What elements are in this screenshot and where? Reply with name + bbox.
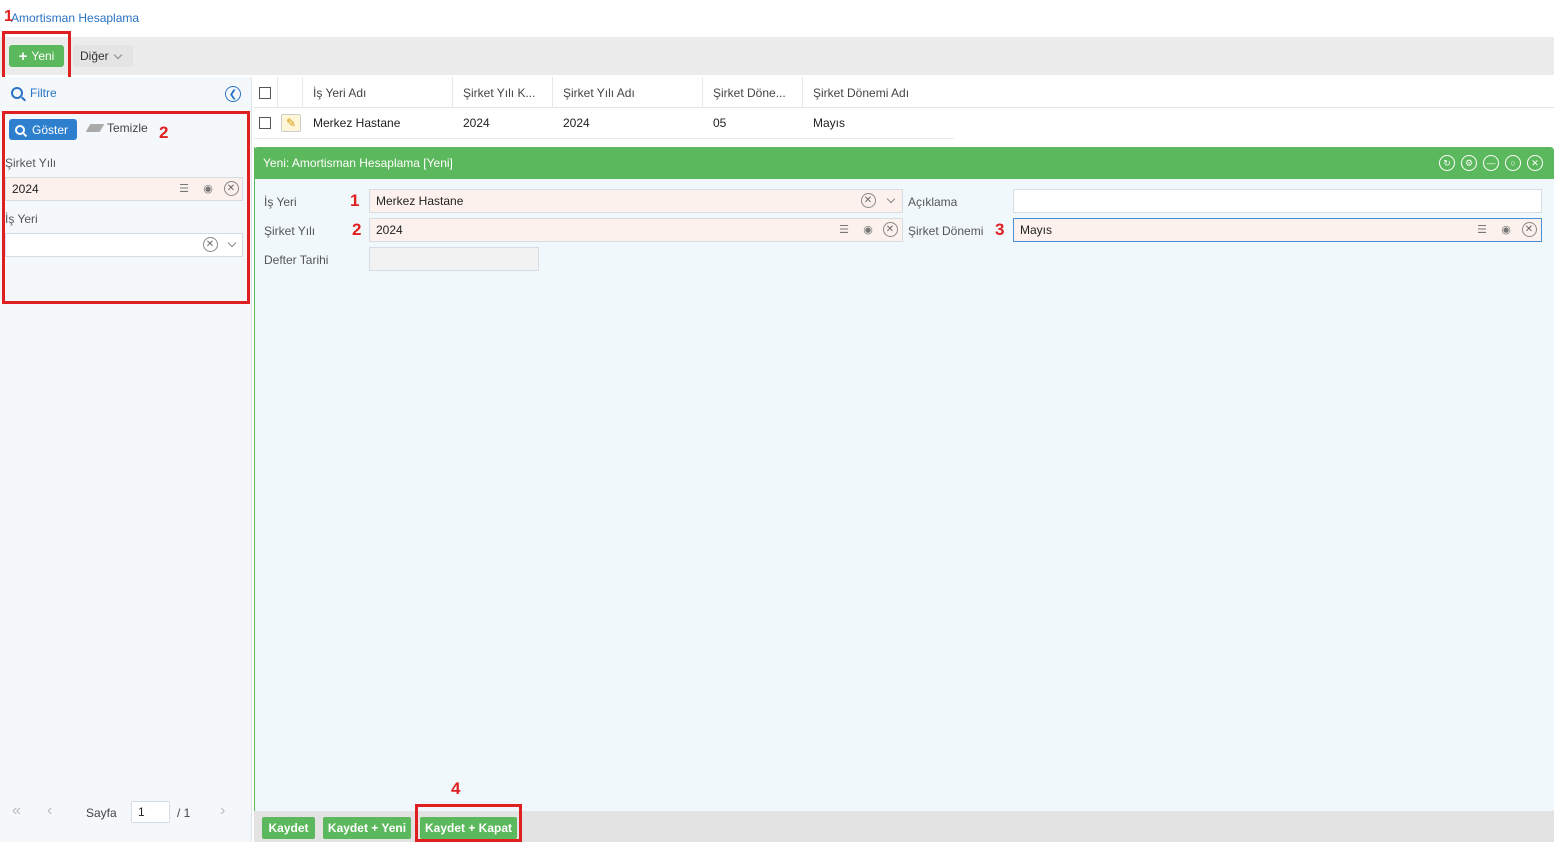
column-header[interactable]: Şirket Yılı K... [453, 77, 553, 108]
refresh-icon[interactable]: ↻ [1439, 155, 1455, 171]
clear-field-icon[interactable]: ✕ [857, 191, 879, 210]
search-icon [15, 124, 25, 135]
save-and-new-button[interactable]: Kaydet + Yeni [323, 817, 411, 839]
cell-period-name: Mayıs [813, 116, 846, 130]
chevron-down-icon[interactable] [221, 235, 243, 254]
ledger-date-input [369, 247, 539, 271]
list-icon[interactable]: ☰ [1471, 220, 1493, 239]
cell-workplace: Merkez Hastane [313, 116, 401, 130]
cell-period-code: 05 [713, 116, 727, 130]
filter-workplace-label: İş Yeri [5, 212, 38, 226]
annotation-number-1: 1 [4, 8, 13, 25]
row-checkbox[interactable] [254, 108, 271, 138]
toolbar [0, 37, 1554, 75]
clear-button[interactable]: Temizle [85, 121, 148, 135]
close-icon: ✕ [223, 181, 239, 196]
close-icon: ✕ [860, 193, 876, 208]
company-year-label: Şirket Yılı [264, 224, 316, 238]
other-menu-button[interactable]: Diğer [73, 45, 133, 67]
annotation-number-4: 4 [451, 779, 461, 798]
column-header[interactable]: Şirket Yılı Adı [553, 77, 703, 108]
page-total: / 1 [177, 806, 191, 820]
close-icon: ✕ [1521, 222, 1537, 237]
collapse-panel-icon[interactable]: ❮ [225, 86, 241, 102]
list-icon[interactable]: ☰ [173, 179, 195, 198]
close-icon: ✕ [202, 237, 218, 252]
filter-company-year-label: Şirket Yılı [5, 156, 57, 170]
clear-field-icon[interactable]: ✕ [199, 235, 221, 254]
column-header[interactable]: Şirket Döne... [703, 77, 803, 108]
cell-year-code: 2024 [463, 116, 490, 130]
column-header[interactable]: Şirket Dönemi Adı [803, 77, 1554, 108]
grid-header: İş Yeri Adı Şirket Yılı K... Şirket Yılı… [254, 77, 1554, 108]
edit-icon[interactable]: ✎ [278, 108, 301, 138]
chevron-down-icon [113, 50, 122, 59]
clear-field-icon[interactable]: ✕ [879, 220, 901, 239]
eye-icon[interactable]: ◉ [857, 220, 879, 239]
eye-icon[interactable]: ◉ [197, 179, 219, 198]
cell-year-name: 2024 [563, 116, 590, 130]
first-page-icon[interactable]: « [12, 802, 21, 820]
eraser-icon [85, 124, 105, 132]
annotation-number-1b: 1 [350, 191, 360, 210]
close-icon: ✕ [882, 222, 898, 237]
annotation-number-2: 2 [159, 123, 169, 142]
chevron-down-icon[interactable] [880, 191, 902, 210]
description-input[interactable] [1013, 189, 1542, 213]
prev-page-icon[interactable]: ‹ [47, 802, 52, 820]
annotation-box-4 [415, 804, 522, 842]
gear-icon[interactable]: ⚙ [1461, 155, 1477, 171]
annotation-box-1 [2, 31, 71, 81]
page-label: Sayfa [86, 806, 117, 820]
select-all-checkbox[interactable] [254, 77, 278, 108]
close-icon[interactable]: ✕ [1527, 155, 1543, 171]
workplace-select[interactable]: Merkez Hastane ✕ [369, 189, 903, 213]
company-year-input[interactable]: 2024 ☰ ◉ ✕ [369, 218, 903, 242]
period-label: Şirket Dönemi [908, 224, 984, 238]
ledger-date-label: Defter Tarihi [264, 253, 329, 267]
pager: « ‹ Sayfa 1 / 1 › [0, 796, 252, 830]
clear-field-icon[interactable]: ✕ [220, 179, 242, 198]
grid-header-spacer [278, 77, 303, 108]
workplace-label: İş Yeri [264, 195, 297, 209]
table-row[interactable]: ✎ Merkez Hastane 2024 2024 05 Mayıs [254, 108, 954, 139]
clear-field-icon[interactable]: ✕ [1518, 220, 1540, 239]
next-page-icon[interactable]: › [220, 802, 225, 820]
filter-title[interactable]: Filtre [11, 86, 57, 100]
period-input[interactable]: Mayıs ☰ ◉ ✕ [1013, 218, 1542, 242]
page-number-input[interactable]: 1 [131, 801, 170, 823]
filter-company-year-input[interactable]: 2024 ☰ ◉ ✕ [5, 177, 243, 201]
annotation-number-3: 3 [995, 220, 1005, 239]
column-header[interactable]: İş Yeri Adı [303, 77, 453, 108]
eye-icon[interactable]: ◉ [1495, 220, 1517, 239]
restore-icon[interactable]: ○ [1505, 155, 1521, 171]
description-label: Açıklama [908, 195, 958, 209]
breadcrumb[interactable]: Amortisman Hesaplama [11, 11, 139, 25]
save-button[interactable]: Kaydet [262, 817, 315, 839]
minimize-icon[interactable]: — [1483, 155, 1499, 171]
show-button[interactable]: Göster [9, 119, 77, 140]
search-icon [11, 87, 23, 99]
modal-title: Yeni: Amortisman Hesaplama [Yeni] [254, 147, 1554, 179]
list-icon[interactable]: ☰ [833, 220, 855, 239]
filter-workplace-select[interactable]: ✕ [5, 233, 243, 257]
annotation-number-2b: 2 [352, 220, 362, 239]
